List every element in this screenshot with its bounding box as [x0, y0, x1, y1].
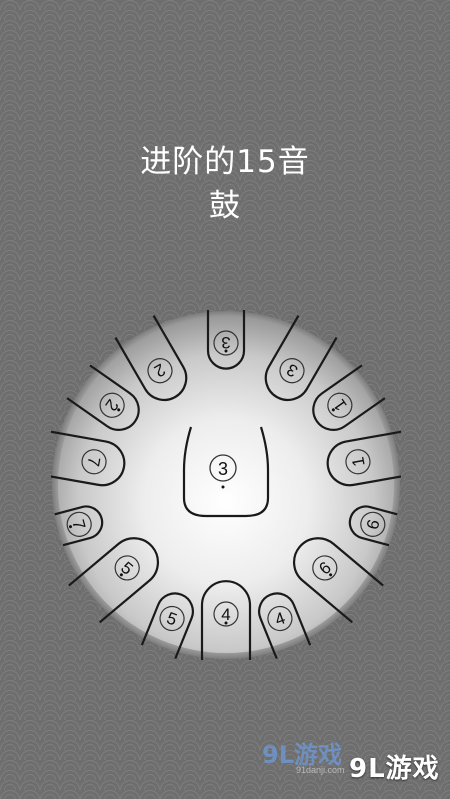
watermark-url: 91danji.com — [296, 765, 345, 775]
center-note-label: 3 — [218, 459, 228, 479]
note-label: 4 — [221, 605, 230, 624]
note-label: 3 — [221, 333, 230, 352]
title-line-2: 鼓 — [209, 188, 241, 224]
title-line-1: 进阶的15音 — [140, 144, 310, 180]
page-title: 进阶的15音 鼓 — [0, 140, 450, 228]
tongue-drum-svg: 3 32 32 17 17 65 65 4 4 — [39, 305, 413, 672]
center-note-dot — [221, 485, 225, 489]
watermark-brand: 9L游戏 — [349, 754, 440, 784]
note-octave-dot — [224, 349, 228, 353]
note-octave-dot — [224, 621, 228, 625]
tongue-drum: 3 32321717656544 — [39, 305, 413, 672]
